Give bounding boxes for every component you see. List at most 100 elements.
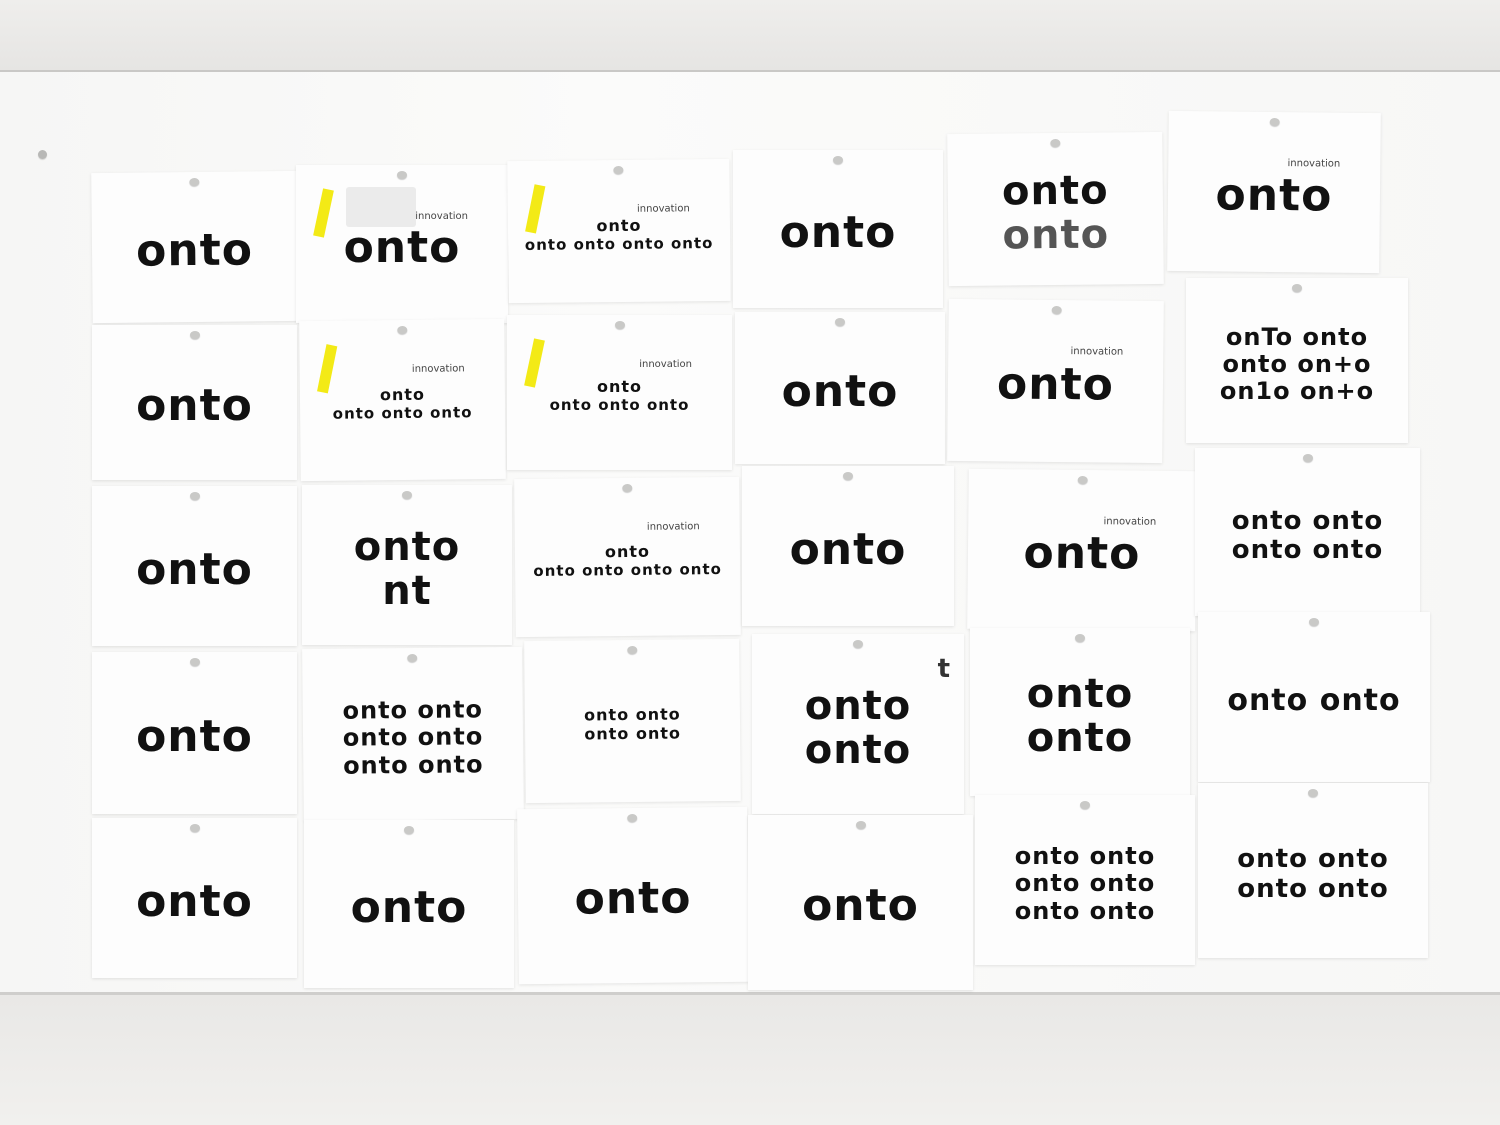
logo-variants: onto onto onto onto (299, 341, 505, 467)
logo-wordmark: onto (596, 377, 643, 397)
logo-wordmark: onto onto (584, 723, 682, 744)
logo-wordmark: onto (804, 727, 912, 773)
logo-variants: onto onto onto onto onto (507, 181, 730, 289)
logo-wordmark: onto (574, 872, 692, 926)
logo-variants: onto (304, 842, 514, 974)
magnet-pin (1302, 454, 1313, 462)
logo-card: onto (91, 170, 298, 324)
logo-variants: onto (967, 491, 1196, 617)
logo-wordmark: on1o on+o (1219, 377, 1375, 406)
logo-card: onto innovation (296, 165, 508, 323)
logo-wordmark: onto (136, 380, 253, 432)
logo-wordmark: onto (379, 384, 426, 404)
logo-variants: onto (947, 321, 1163, 449)
logo-variants: onto (733, 172, 943, 294)
innovation-tagline: innovation (646, 521, 700, 533)
logo-wordmark: onto (1026, 715, 1134, 761)
logo-card: onto innovation (967, 468, 1197, 632)
logo-wordmark: onto onto (1231, 505, 1384, 536)
magnet-pin (621, 483, 632, 493)
logo-card: onTo onto onto on+o on1o on+o (1186, 278, 1408, 443)
magnet-pin (189, 331, 200, 339)
logo-wordmark: onto onto (342, 722, 484, 753)
magnet-pin (613, 165, 624, 175)
magnet-pin (396, 325, 407, 335)
logo-variants: onto onto (752, 656, 964, 800)
logo-variants: onto onto onto onto (1195, 470, 1420, 602)
logo-variants: onto (517, 829, 748, 970)
logo-card: onto onto onto onto onto onto (302, 646, 524, 822)
logo-variants: onto onto onto onto onto (514, 499, 740, 623)
logo-variants: onto (92, 347, 297, 466)
logo-wordmark: onto (996, 358, 1115, 411)
logo-card: onto onto (1198, 612, 1430, 782)
magnet-pin (402, 491, 412, 499)
magnet-pin (1308, 789, 1318, 797)
magnet-pin (855, 821, 866, 829)
logo-wordmark: onto onto (584, 704, 681, 725)
logo-variants: onto nt (302, 507, 512, 631)
magnet-pin (1077, 475, 1088, 485)
logo-wordmark: onto (136, 875, 253, 927)
logo-card: onto onto onto onto innovation (299, 318, 506, 482)
magnet-pin (189, 824, 200, 832)
innovation-tagline: innovation (1287, 158, 1341, 170)
logo-wordmark: onto (343, 221, 461, 273)
logo-wordmark: onTo onto (1225, 322, 1369, 351)
logo-wordmark: onto (1023, 527, 1141, 580)
logo-variants: onto (92, 840, 297, 964)
magnet-pin (1309, 618, 1319, 626)
magnet-pin (188, 177, 199, 187)
logo-wordmark: onto on+o (1222, 349, 1372, 378)
logo-variants: onto onto onto onto (524, 661, 740, 789)
logo-card: onto (92, 818, 297, 978)
logo-wordmark: onto (350, 881, 468, 933)
logo-variants: onto onto onto onto onto onto (975, 817, 1195, 951)
logo-wordmark: onto (1026, 671, 1134, 717)
logo-variants: onTo onto onto on+o on1o on+o (1186, 300, 1408, 429)
logo-wordmark: onto (1215, 169, 1333, 222)
logo-wordmark: onto (781, 365, 899, 417)
logo-wordmark: onto onto (1227, 683, 1401, 719)
logo-variants: onto onto onto onto (1198, 805, 1428, 944)
magnet-pin (853, 640, 863, 648)
logo-variants: onto (91, 193, 297, 309)
magnet-pin (614, 321, 625, 329)
logo-variants: onto (1167, 133, 1380, 259)
magnet-pin (1049, 138, 1060, 148)
innovation-tagline: innovation (636, 203, 690, 215)
magnet-pin (404, 826, 414, 834)
logo-card: onto (748, 815, 973, 990)
logo-variants: onto onto (1198, 634, 1430, 768)
logo-wordmark: onto (802, 880, 919, 932)
magnet-pin (38, 150, 47, 159)
logo-card: onto (742, 466, 954, 626)
logo-card: onto nt (302, 485, 512, 645)
logo-card: onto (92, 486, 297, 646)
logo-wordmark: onto (353, 524, 461, 570)
logo-card: onto (92, 652, 297, 814)
magnet-pin (835, 318, 845, 326)
logo-wordmark: onto (604, 541, 651, 561)
logo-card: onto (735, 312, 945, 464)
magnet-pin (397, 171, 407, 179)
innovation-tagline: innovation (411, 363, 465, 375)
logo-wordmark: onto (779, 206, 897, 258)
logo-variants: onto onto (970, 650, 1190, 782)
magnet-pin (1080, 801, 1090, 809)
floor (0, 995, 1500, 1125)
logo-wordmark: onto onto (1014, 896, 1156, 925)
logo-variants: onto onto onto onto (507, 337, 732, 456)
innovation-tagline: innovation (415, 211, 468, 222)
logo-card: onto innovation (1167, 110, 1381, 274)
logo-wordmark: onto onto onto (549, 396, 690, 415)
magnet-pin (1075, 634, 1085, 642)
logo-wordmark: onto (1001, 167, 1109, 215)
logo-card: onto onto (970, 628, 1190, 796)
logo-wordmark: onto onto (1237, 873, 1389, 904)
logo-card: onto onto t (752, 634, 964, 814)
logo-variants: onto (92, 508, 297, 632)
logo-card: onto (733, 150, 943, 308)
magnet-pin (1269, 117, 1280, 127)
magnet-pin (407, 653, 418, 663)
